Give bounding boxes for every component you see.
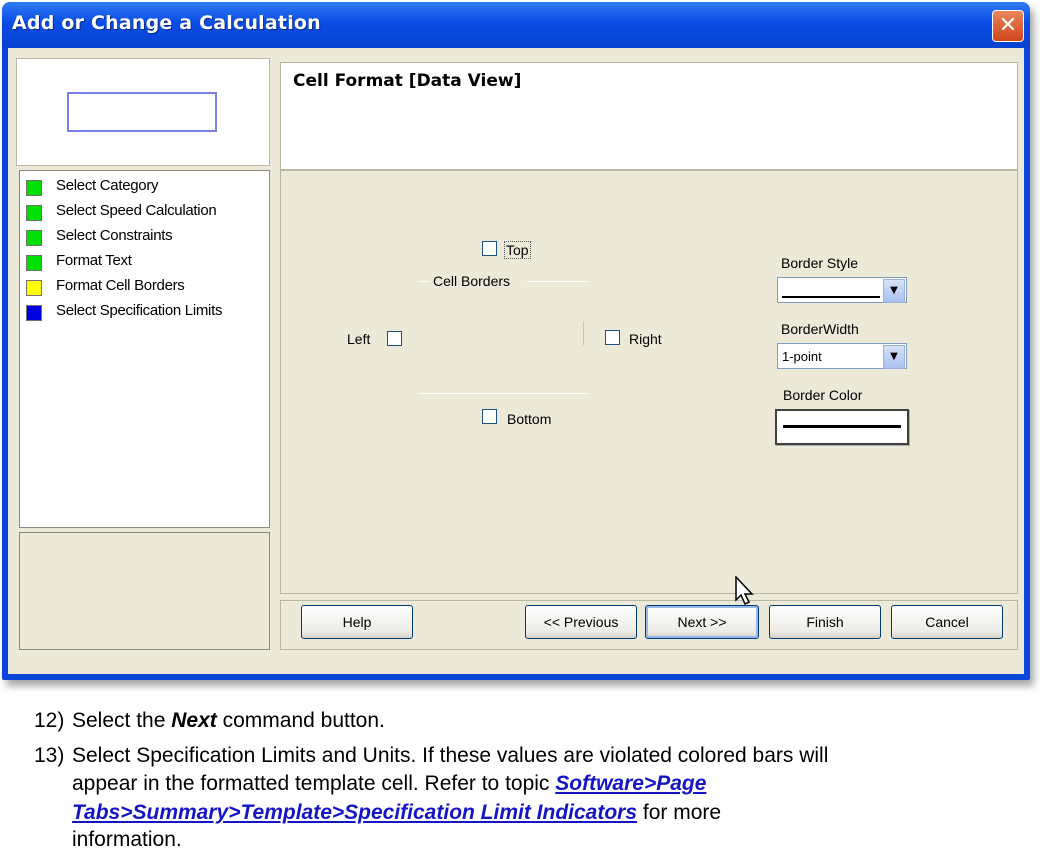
topic-link[interactable]: Software>Page [555,772,706,795]
cell-borders-group-label: Cell Borders [433,273,511,289]
cell-border-options: Top Cell Borders Left Right Bottom Borde… [280,170,1018,594]
top-border-checkbox[interactable] [482,241,497,256]
step-select-constraints[interactable]: Select Constraints [26,225,266,247]
instruction-step-13-line4: information. [72,828,182,851]
next-button[interactable]: Next >> [645,605,759,639]
bottom-border-label: Bottom [507,411,552,427]
info-panel [19,532,270,650]
step-status-indicator [26,180,42,196]
step-status-indicator [26,280,42,296]
step-status-indicator [26,205,42,221]
instruction-text: for more [637,801,722,824]
right-border-checkbox[interactable] [605,330,620,345]
divider [419,393,587,394]
cell-preview-panel [16,58,270,166]
step-label: Select Specification Limits [56,302,223,319]
title-bar[interactable]: Add or Change a Calculation ✕ [2,2,1030,48]
instruction-text: appear in the formatted template cell. R… [72,772,556,795]
instruction-text: command button. [216,709,385,732]
border-style-label: Border Style [781,255,859,271]
border-width-value: 1-point [782,349,822,364]
border-width-label: BorderWidth [781,321,859,337]
border-color-button[interactable] [775,409,909,445]
instruction-step-13: 13) Select Specification Limits and Units… [34,744,1034,768]
section-title: Cell Format [Data View] [293,71,522,91]
instruction-step-13-line3: Tabs>Summary>Template>Specification Limi… [72,801,1032,825]
step-label: Format Text [56,252,132,269]
divider [527,281,587,282]
border-color-preview [783,425,901,428]
instruction-step-12: 12) Select the Next command button. [34,709,1034,733]
dropdown-arrow-icon[interactable]: ▼ [883,279,905,303]
dialog-window: Add or Change a Calculation ✕ Select Cat… [2,2,1030,680]
border-width-select[interactable]: 1-point ▼ [777,343,907,369]
help-button[interactable]: Help [301,605,413,639]
left-border-checkbox[interactable] [387,331,402,346]
instruction-text: Select the [72,709,172,732]
steps-list: Select Category Select Speed Calculation… [19,170,270,528]
button-bar: Help << Previous Next >> Finish Cancel [280,600,1018,650]
next-emphasis: Next [171,709,217,732]
cell-preview [67,92,217,132]
cancel-button[interactable]: Cancel [891,605,1003,639]
step-format-cell-borders[interactable]: Format Cell Borders [26,275,266,297]
step-number: 13) [34,744,65,767]
border-style-line-preview [782,296,880,298]
step-status-indicator [26,255,42,271]
step-select-speed-calculation[interactable]: Select Speed Calculation [26,200,266,222]
right-border-label: Right [629,331,662,347]
top-border-label: Top [504,241,531,259]
step-status-indicator [26,305,42,321]
step-label: Select Speed Calculation [56,202,217,219]
step-label: Select Category [56,177,159,194]
divider [583,321,584,345]
step-label: Format Cell Borders [56,277,185,294]
left-border-label: Left [347,331,371,347]
bottom-border-checkbox[interactable] [482,409,497,424]
step-select-specification-limits[interactable]: Select Specification Limits [26,300,266,322]
border-color-label: Border Color [783,387,863,403]
finish-button[interactable]: Finish [769,605,881,639]
close-button[interactable]: ✕ [992,10,1024,42]
dialog-body: Select Category Select Speed Calculation… [8,48,1024,674]
divider [419,281,429,282]
step-status-indicator [26,230,42,246]
border-style-select[interactable]: ▼ [777,277,907,303]
mouse-pointer-icon [735,576,754,606]
topic-link[interactable]: Tabs>Summary>Template>Specification Limi… [72,801,637,824]
dialog-title: Add or Change a Calculation [12,12,321,34]
dropdown-arrow-icon[interactable]: ▼ [883,345,905,369]
step-format-text[interactable]: Format Text [26,250,266,272]
previous-button[interactable]: << Previous [525,605,637,639]
step-select-category[interactable]: Select Category [26,175,266,197]
instruction-step-13-line2: appear in the formatted template cell. R… [72,772,1032,796]
step-number: 12) [34,709,65,732]
section-header: Cell Format [Data View] [280,62,1018,170]
close-icon: ✕ [998,13,1018,38]
step-label: Select Constraints [56,227,173,244]
instruction-text: Select Specification Limits and Units. I… [72,744,829,767]
